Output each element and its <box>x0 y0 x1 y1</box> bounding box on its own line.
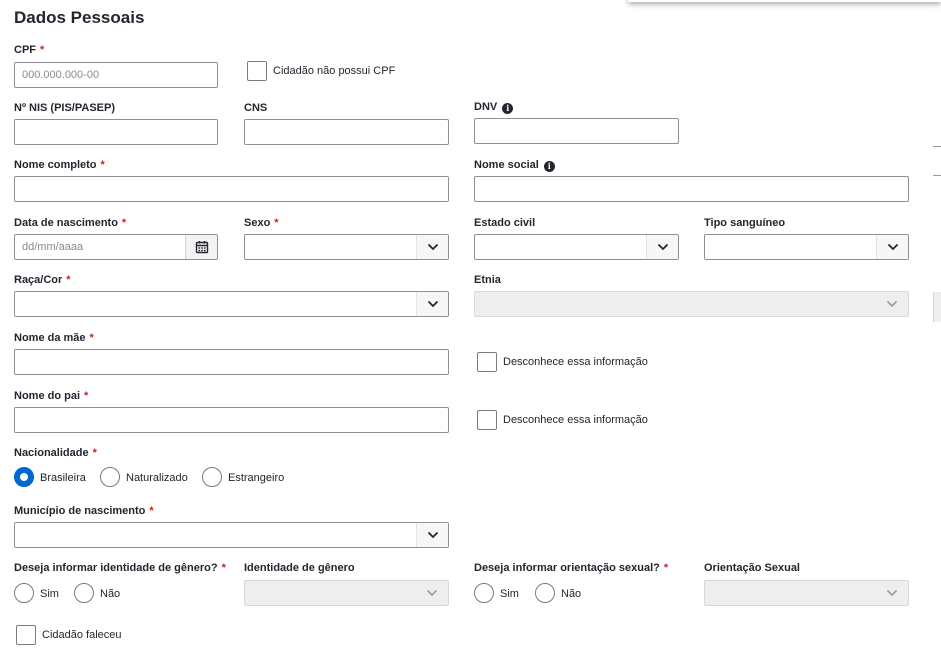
nome-social-input[interactable] <box>474 176 909 202</box>
orientacao-nao-label: Não <box>561 588 582 600</box>
municipio-label: Município de nascimento * <box>14 505 154 517</box>
raca-cor-dropdown-button[interactable] <box>416 292 448 316</box>
orientacao-sexual-select <box>704 580 909 606</box>
nis-input[interactable] <box>14 119 218 145</box>
nacionalidade-naturalizado-label: Naturalizado <box>126 472 188 484</box>
cpf-input[interactable]: 000.000.000-00 <box>14 62 218 88</box>
info-icon[interactable]: i <box>502 103 514 114</box>
identidade-nao-radio[interactable] <box>74 583 94 603</box>
cns-label: CNS <box>244 102 268 114</box>
cpf-label: CPF * <box>14 44 45 56</box>
identidade-sim-label: Sim <box>40 588 59 600</box>
estado-civil-dropdown-button[interactable] <box>646 235 678 259</box>
nacionalidade-label: Nacionalidade * <box>14 447 97 459</box>
nis-label: Nº NIS (PIS/PASEP) <box>14 102 115 114</box>
data-nascimento-label: Data de nascimento * <box>14 217 127 229</box>
nacionalidade-brasileira-radio[interactable] <box>14 467 34 487</box>
identidade-genero-dropdown-button <box>416 581 448 605</box>
orientacao-nao-radio[interactable] <box>535 583 555 603</box>
sexo-select[interactable] <box>244 234 449 260</box>
nome-pai-input[interactable] <box>14 407 449 433</box>
edge-divider <box>933 175 941 176</box>
edge-divider <box>933 146 941 147</box>
deseja-orientacao-label: Deseja informar orientação sexual? * <box>474 562 669 574</box>
info-icon[interactable]: i <box>543 161 555 172</box>
data-nascimento-placeholder: dd/mm/aaaa <box>22 241 84 253</box>
dnv-label: DNV i <box>474 101 514 114</box>
pai-desconhece-checkbox[interactable] <box>477 410 497 430</box>
nome-completo-label: Nome completo * <box>14 159 105 171</box>
municipio-dropdown-button[interactable] <box>416 523 448 547</box>
required-marker: * <box>40 44 45 56</box>
required-marker: * <box>221 562 226 574</box>
identidade-genero-label: Identidade de gênero <box>244 562 355 574</box>
tipo-sanguineo-dropdown-button[interactable] <box>876 235 908 259</box>
tipo-sanguineo-select[interactable] <box>704 234 909 260</box>
nacionalidade-brasileira-label: Brasileira <box>40 472 86 484</box>
sexo-dropdown-button[interactable] <box>416 235 448 259</box>
edge-scroll-element <box>933 292 941 322</box>
orientacao-sexual-label: Orientação Sexual <box>704 562 800 574</box>
required-marker: * <box>84 390 89 402</box>
nome-mae-label: Nome da mãe * <box>14 332 94 344</box>
orientacao-sim-label: Sim <box>500 588 519 600</box>
identidade-sim-radio[interactable] <box>14 583 34 603</box>
data-nascimento-input[interactable]: dd/mm/aaaa <box>14 234 218 260</box>
nome-mae-input[interactable] <box>14 349 449 375</box>
estado-civil-select[interactable] <box>474 234 679 260</box>
chevron-down-icon <box>427 531 438 539</box>
required-marker: * <box>66 274 71 286</box>
overlay-shadow <box>628 0 941 2</box>
etnia-select <box>474 291 909 317</box>
sexo-label: Sexo * <box>244 217 279 229</box>
raca-cor-label: Raça/Cor * <box>14 274 71 286</box>
orientacao-sim-radio[interactable] <box>474 583 494 603</box>
raca-cor-select[interactable] <box>14 291 449 317</box>
mae-desconhece-checkbox[interactable] <box>477 352 497 372</box>
deseja-identidade-label: Deseja informar identidade de gênero? * <box>14 562 226 574</box>
chevron-down-icon <box>886 300 898 308</box>
required-marker: * <box>100 159 105 171</box>
pai-desconhece-label: Desconhece essa informação <box>503 414 648 426</box>
chevron-down-icon <box>657 243 668 251</box>
nome-pai-label: Nome do pai * <box>14 390 89 402</box>
nome-completo-input[interactable] <box>14 176 449 202</box>
required-marker: * <box>663 562 669 574</box>
municipio-select[interactable] <box>14 522 449 548</box>
no-cpf-label: Cidadão não possui CPF <box>273 65 396 77</box>
orientacao-sexual-dropdown-button <box>876 581 908 605</box>
etnia-label: Etnia <box>474 274 501 286</box>
estado-civil-label: Estado civil <box>474 217 536 229</box>
required-marker: * <box>274 217 279 229</box>
mae-desconhece-label: Desconhece essa informação <box>503 356 648 368</box>
required-marker: * <box>92 447 97 459</box>
cns-input[interactable] <box>244 119 449 145</box>
chevron-down-icon <box>427 243 438 251</box>
cidadao-faleceu-label: Cidadão faleceu <box>42 629 122 641</box>
required-marker: * <box>149 505 154 517</box>
calendar-icon <box>195 241 208 254</box>
cidadao-faleceu-checkbox[interactable] <box>16 625 36 645</box>
identidade-nao-label: Não <box>100 588 121 600</box>
etnia-dropdown-button <box>876 292 908 316</box>
calendar-button[interactable] <box>185 235 217 259</box>
nome-social-label: Nome social i <box>474 159 555 172</box>
chevron-down-icon <box>887 243 898 251</box>
identidade-genero-select <box>244 580 449 606</box>
chevron-down-icon <box>426 589 438 597</box>
tipo-sanguineo-label: Tipo sanguíneo <box>704 217 786 229</box>
required-marker: * <box>89 332 94 344</box>
dnv-input[interactable] <box>474 118 679 144</box>
nacionalidade-naturalizado-radio[interactable] <box>100 467 120 487</box>
chevron-down-icon <box>886 589 898 597</box>
section-title: Dados Pessoais <box>14 8 145 27</box>
chevron-down-icon <box>427 300 438 308</box>
no-cpf-checkbox[interactable] <box>247 61 267 81</box>
nacionalidade-estrangeiro-radio[interactable] <box>202 467 222 487</box>
required-marker: * <box>121 217 127 229</box>
nacionalidade-estrangeiro-label: Estrangeiro <box>228 472 285 484</box>
